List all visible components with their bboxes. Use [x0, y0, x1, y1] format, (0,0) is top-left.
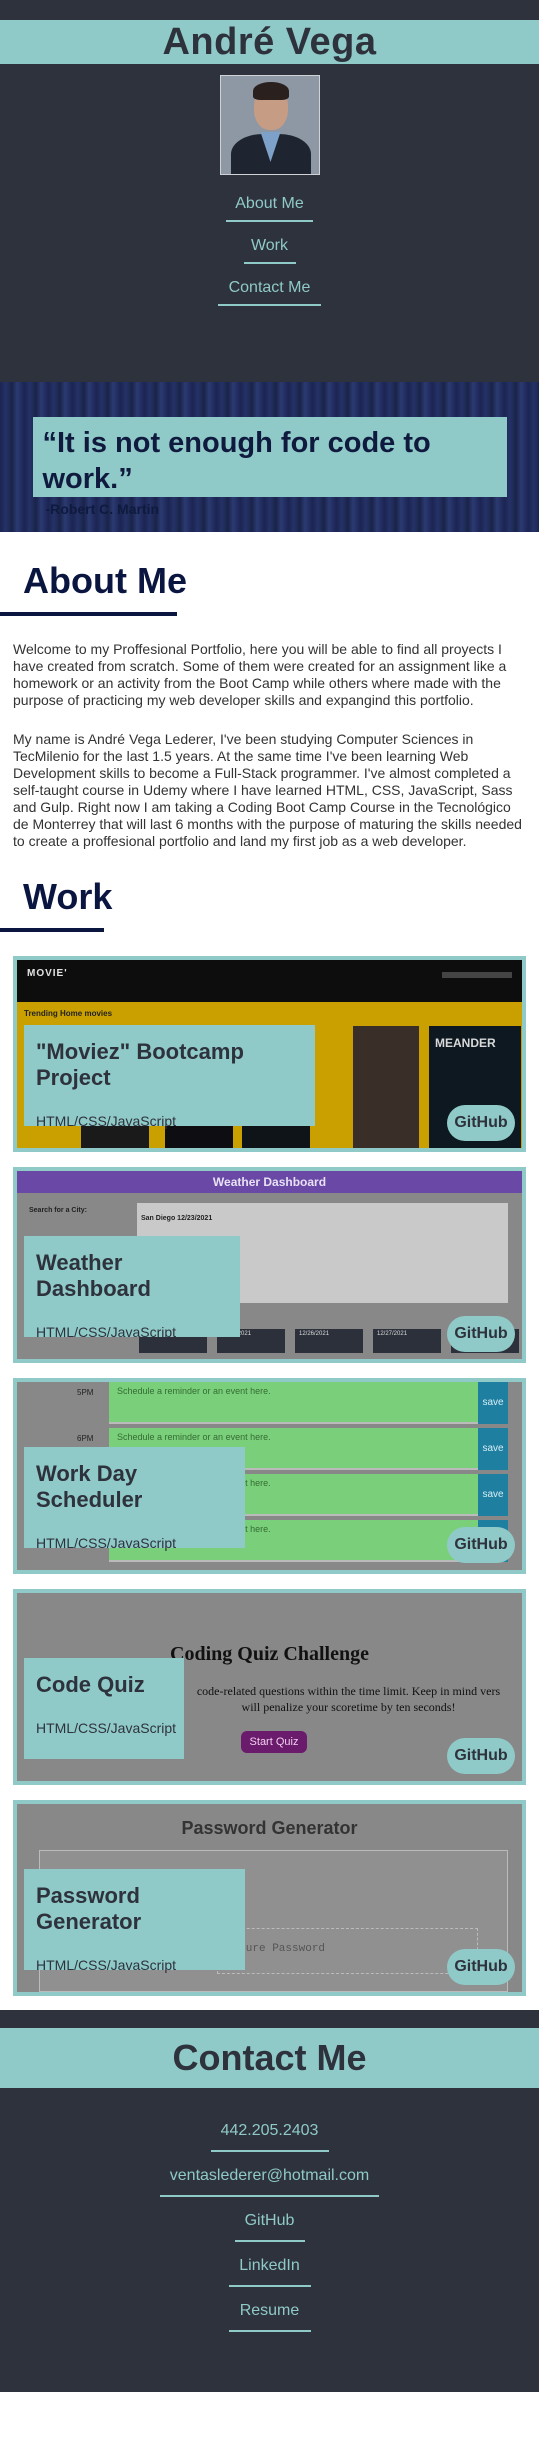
about-paragraph-1: Welcome to my Proffesional Portfolio, he…: [13, 641, 507, 708]
project-title: Weather Dashboard: [36, 1250, 151, 1301]
about-heading: About Me: [23, 560, 187, 601]
project-card-code-quiz[interactable]: Coding Quiz Challenge code-related quest…: [13, 1589, 526, 1785]
quote-box: “It is not enough for code to work.” -Ro…: [32, 417, 507, 517]
screenshot-search-label: Search for a City:: [29, 1207, 87, 1214]
screenshot-time: 6PM: [77, 1434, 94, 1443]
about-section: About Me Welcome to my Proffesional Port…: [0, 532, 539, 850]
screenshot-logo: MOVIE': [27, 968, 68, 979]
contact-section: Contact Me 442.205.2403 ventaslederer@ho…: [0, 2010, 539, 2392]
github-button[interactable]: GitHub: [447, 1949, 515, 1985]
screenshot-header: Weather Dashboard: [17, 1171, 522, 1193]
project-list: MOVIE' Trending Home movies MEANDER "Mov…: [0, 956, 539, 1996]
nav-contact-me[interactable]: Contact Me: [218, 279, 321, 306]
project-title: Code Quiz: [36, 1672, 145, 1697]
main-nav: About Me Work Contact Me: [0, 195, 539, 321]
screenshot-placeholder: Schedule a reminder or an event here.: [117, 1432, 271, 1442]
project-tech: HTML/CSS/JavaScript: [36, 1535, 177, 1551]
github-button[interactable]: GitHub: [447, 1738, 515, 1774]
project-tech: HTML/CSS/JavaScript: [36, 1324, 177, 1340]
screenshot-input: Secure Password: [217, 1928, 478, 1974]
contact-phone-link[interactable]: 442.205.2403: [210, 2122, 329, 2152]
screenshot-text: code-related questions within the time l…: [196, 1684, 501, 1714]
screenshot-button: Start Quiz: [241, 1731, 307, 1753]
screenshot-save: save: [478, 1428, 508, 1470]
site-title: André Vega: [162, 20, 377, 63]
site-header: André Vega About Me Work Contact Me: [0, 0, 539, 382]
project-card-moviez[interactable]: MOVIE' Trending Home movies MEANDER "Mov…: [13, 956, 526, 1152]
screenshot-save: save: [478, 1474, 508, 1516]
contact-resume-link[interactable]: Resume: [228, 2302, 311, 2332]
project-tech: HTML/CSS/JavaScript: [36, 1720, 177, 1736]
name-banner: André Vega: [0, 20, 539, 64]
work-section: Work MOVIE' Trending Home movies MEANDER…: [0, 850, 539, 2010]
contact-heading: Contact Me: [172, 2037, 367, 2078]
screenshot-time: 5PM: [77, 1388, 94, 1397]
screenshot-title: Password Generator: [181, 1818, 358, 1838]
project-caption: Work Day Scheduler HTML/CSS/JavaScript: [24, 1447, 245, 1551]
github-button[interactable]: GitHub: [447, 1527, 515, 1563]
quote-banner: “It is not enough for code to work.” -Ro…: [0, 382, 539, 532]
work-heading: Work: [23, 876, 113, 917]
screenshot-city: San Diego 12/23/2021: [141, 1215, 213, 1222]
project-title: "Moviez" Bootcamp Project: [36, 1039, 244, 1090]
screenshot-date: 12/26/2021: [295, 1329, 363, 1353]
project-title: Work Day Scheduler: [36, 1461, 143, 1512]
quote-author: -Robert C. Martin: [45, 501, 160, 517]
nav-work[interactable]: Work: [243, 237, 296, 264]
project-tech: HTML/CSS/JavaScript: [36, 1113, 177, 1129]
about-underline: [0, 612, 177, 616]
contact-banner: Contact Me: [0, 2028, 539, 2088]
github-button[interactable]: GitHub: [447, 1316, 515, 1352]
project-title: Password Generator: [36, 1883, 142, 1934]
project-card-scheduler[interactable]: 5PM 6PM Schedule a reminder or an event …: [13, 1378, 526, 1574]
screenshot-date: 12/27/2021: [373, 1329, 441, 1353]
work-underline: [0, 928, 104, 932]
project-card-weather[interactable]: Weather Dashboard Search for a City: San…: [13, 1167, 526, 1363]
contact-linkedin-link[interactable]: LinkedIn: [228, 2257, 311, 2287]
contact-github-link[interactable]: GitHub: [234, 2212, 305, 2242]
project-caption: Code Quiz HTML/CSS/JavaScript: [24, 1658, 184, 1759]
screenshot-save: save: [478, 1382, 508, 1424]
nav-about-me[interactable]: About Me: [226, 195, 313, 222]
project-card-password-generator[interactable]: Password Generator Secure Password Passw…: [13, 1800, 526, 1996]
github-button[interactable]: GitHub: [447, 1105, 515, 1141]
quote-text: “It is not enough for code to work.”: [42, 427, 431, 495]
project-caption: Weather Dashboard HTML/CSS/JavaScript: [24, 1236, 240, 1340]
screenshot-placeholder: Schedule a reminder or an event here.: [117, 1386, 271, 1396]
about-paragraph-2: My name is André Vega Lederer, I've been…: [13, 731, 522, 849]
screenshot-trending: Trending Home movies: [24, 1009, 113, 1018]
contact-email-link[interactable]: ventaslederer@hotmail.com: [160, 2167, 379, 2197]
profile-photo: [219, 75, 320, 175]
project-caption: "Moviez" Bootcamp Project HTML/CSS/JavaS…: [24, 1025, 315, 1129]
project-tech: HTML/CSS/JavaScript: [36, 1957, 177, 1973]
project-caption: Password Generator HTML/CSS/JavaScript: [24, 1869, 245, 1973]
contact-links: 442.205.2403 ventaslederer@hotmail.com G…: [0, 2122, 539, 2347]
